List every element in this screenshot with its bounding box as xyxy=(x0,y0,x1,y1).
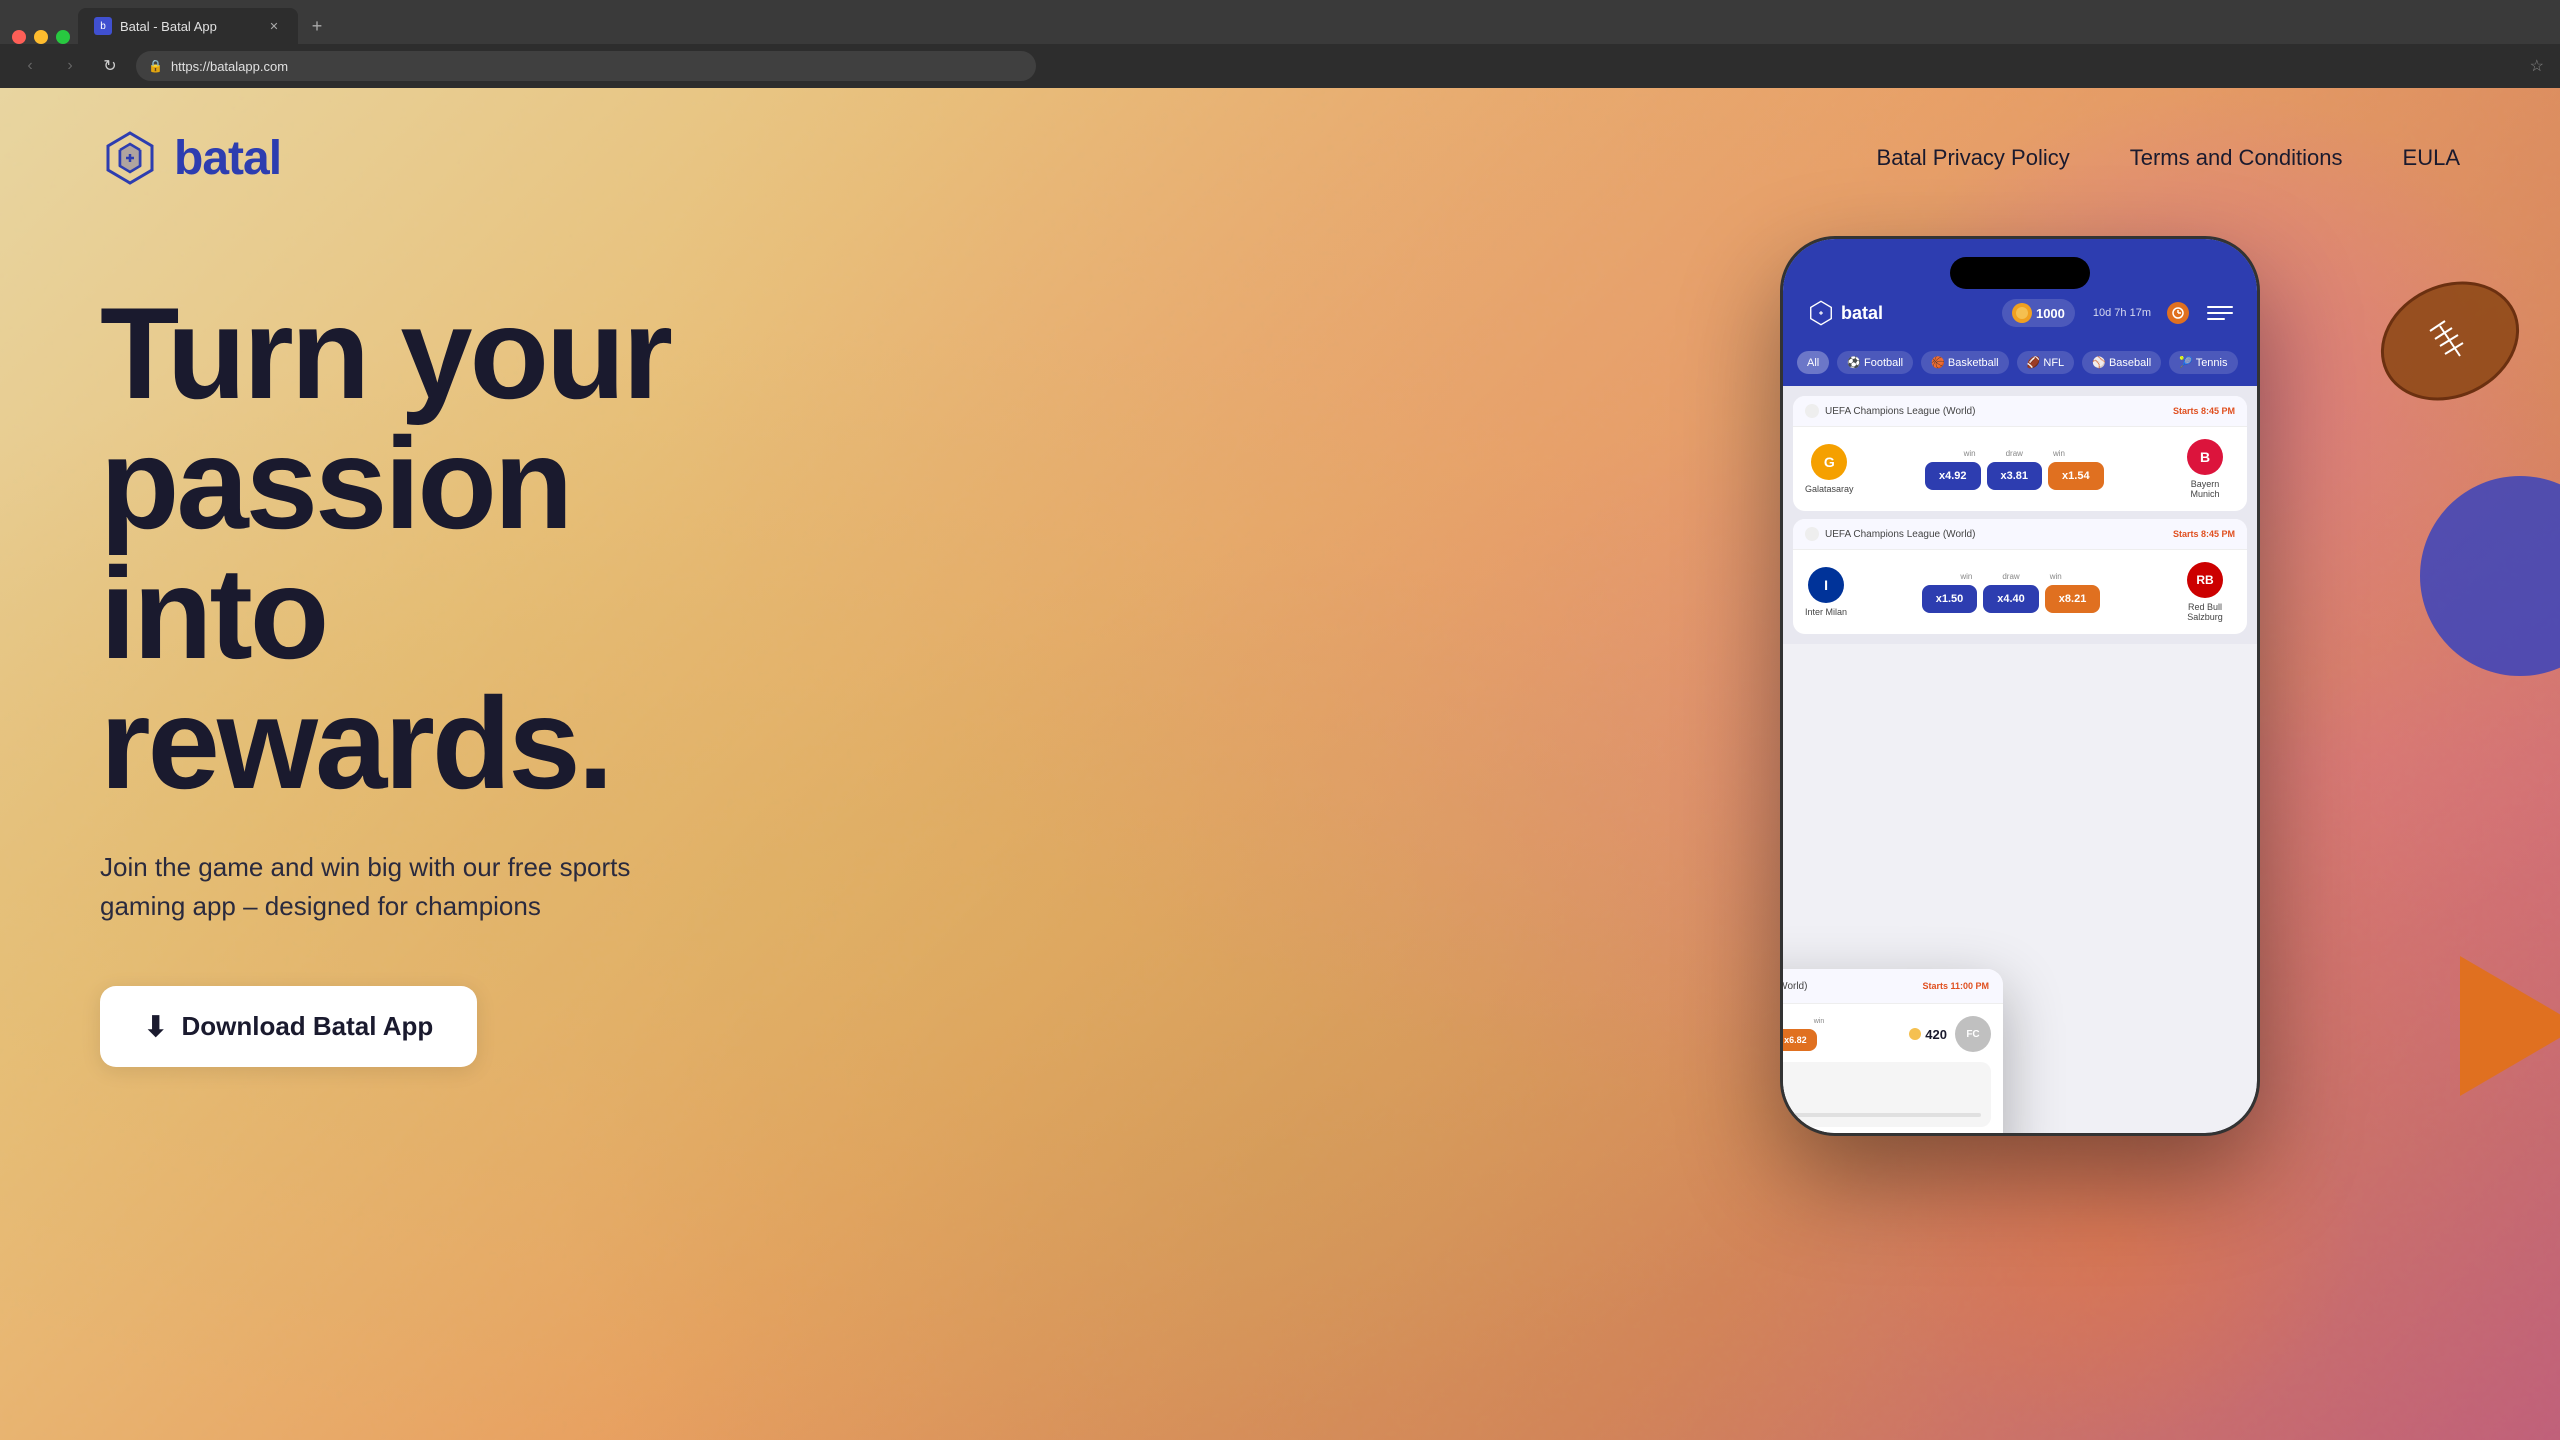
close-window-button[interactable] xyxy=(12,30,26,44)
hero-title-line2: passion into xyxy=(100,410,570,686)
address-bar: ‹ › ↻ 🔒 https://batalapp.com ☆ xyxy=(0,44,2560,88)
lock-icon: 🔒 xyxy=(148,59,163,73)
tab-close-button[interactable]: ✕ xyxy=(266,18,282,34)
logo-icon xyxy=(100,128,160,188)
maximize-window-button[interactable] xyxy=(56,30,70,44)
minimize-window-button[interactable] xyxy=(34,30,48,44)
bet-input-label: Enter the coins amount xyxy=(1783,1072,1981,1082)
nav-links: Batal Privacy Policy Terms and Condition… xyxy=(1877,145,2460,171)
active-tab[interactable]: b Batal - Batal App ✕ xyxy=(78,8,298,44)
back-button[interactable]: ‹ xyxy=(16,52,44,80)
download-button[interactable]: ⬇ Download Batal App xyxy=(100,986,477,1067)
bet-slider[interactable] xyxy=(1783,1113,1981,1117)
hero-subtitle: Join the game and win big with our free … xyxy=(100,848,650,926)
navbar: batal Batal Privacy Policy Terms and Con… xyxy=(0,88,2560,228)
hero-text: Turn your passion into rewards. Join the… xyxy=(100,288,800,1067)
logo[interactable]: batal xyxy=(100,128,281,188)
bookmark-icon[interactable]: ☆ xyxy=(2530,56,2544,76)
page-content: batal Batal Privacy Policy Terms and Con… xyxy=(0,88,2560,1440)
nav-eula[interactable]: EULA xyxy=(2403,145,2460,171)
nav-privacy-policy[interactable]: Batal Privacy Policy xyxy=(1877,145,2070,171)
tab-title: Batal - Batal App xyxy=(120,19,258,34)
nav-terms-conditions[interactable]: Terms and Conditions xyxy=(2130,145,2343,171)
download-icon: ⬇ xyxy=(144,1010,167,1043)
browser-chrome: b Batal - Batal App ✕ + ‹ › ↻ 🔒 https://… xyxy=(0,0,2560,88)
tab-bar: b Batal - Batal App ✕ + xyxy=(0,0,2560,44)
hero-title: Turn your passion into rewards. xyxy=(100,288,800,808)
bet-input-value[interactable]: 420 xyxy=(1783,1086,1981,1107)
url-bar[interactable]: 🔒 https://batalapp.com xyxy=(136,51,1036,81)
hero-title-line1: Turn your xyxy=(100,280,670,426)
download-button-label: Download Batal App xyxy=(181,1011,433,1042)
hero-section: Turn your passion into rewards. Join the… xyxy=(0,228,2560,1067)
logo-text: batal xyxy=(174,131,281,186)
bet-input-area: Enter the coins amount 420 xyxy=(1783,1062,1991,1127)
hero-title-line3: rewards. xyxy=(100,670,611,816)
url-text: https://batalapp.com xyxy=(171,59,288,74)
traffic-lights xyxy=(12,30,70,44)
forward-button[interactable]: › xyxy=(56,52,84,80)
tab-favicon: b xyxy=(94,17,112,35)
reload-button[interactable]: ↻ xyxy=(96,52,124,80)
new-tab-button[interactable]: + xyxy=(302,11,332,41)
